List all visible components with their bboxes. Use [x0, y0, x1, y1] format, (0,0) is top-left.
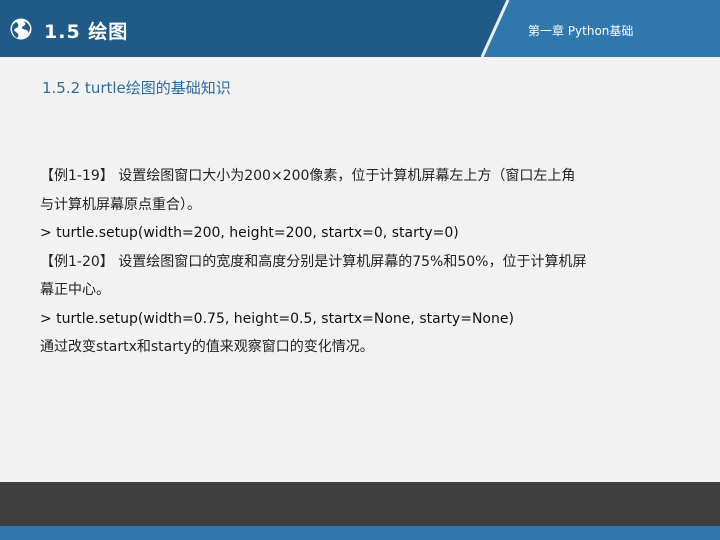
globe-icon — [10, 18, 32, 40]
example-1-20-line-2: 幕正中心。 — [40, 282, 110, 298]
code-line-1: > turtle.setup(width=200, height=200, st… — [40, 225, 459, 241]
footer-blue-bar — [0, 526, 720, 540]
closing-note: 通过改变startx和starty的值来观察窗口的变化情况。 — [40, 339, 374, 355]
slide-subtitle: 1.5.2 turtle绘图的基础知识 — [42, 79, 231, 97]
example-1-20-line-1: 【例1-20】 设置绘图窗口的宽度和高度分别是计算机屏幕的75%和50%，位于计… — [40, 253, 587, 270]
example-1-19-line-2: 与计算机屏幕原点重合）。 — [40, 196, 201, 213]
footer-dark-bar — [0, 482, 720, 526]
example-1-19-line-1: 【例1-19】 设置绘图窗口大小为200×200像素，位于计算机屏幕左上方（窗口… — [40, 168, 576, 184]
section-title: 1.5 绘图 — [44, 21, 129, 43]
code-line-2: > turtle.setup(width=0.75, height=0.5, s… — [40, 310, 514, 327]
slide-body: 【例1-19】 设置绘图窗口大小为200×200像素，位于计算机屏幕左上方（窗口… — [40, 162, 680, 362]
chapter-label: 第一章 Python基础 — [528, 24, 634, 38]
